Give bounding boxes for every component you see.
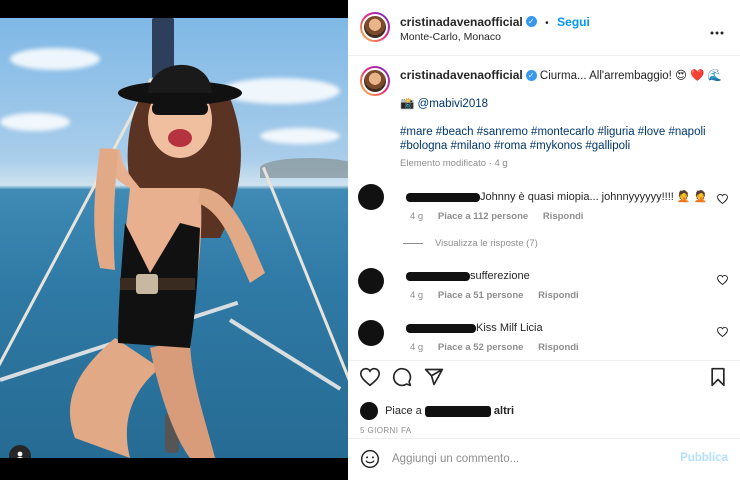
comment-time: 4 g xyxy=(410,290,424,301)
location-link[interactable]: Monte-Carlo, Monaco xyxy=(400,31,501,43)
commenter-avatar[interactable] xyxy=(358,268,384,294)
commenter-username-redacted[interactable] xyxy=(406,271,470,281)
caption-username[interactable]: cristinadavenaofficial xyxy=(400,68,523,82)
instagram-post-modal: cristinadavenaofficial ✓ • Segui Monte-Ca… xyxy=(0,0,740,480)
verified-icon: ✓ xyxy=(525,16,537,28)
likes-summary[interactable]: Piace a altri xyxy=(360,402,514,420)
comment-text: Johnny è quasi miopia... johnnyyyyyy!!!!… xyxy=(480,191,708,203)
person-icon xyxy=(17,451,23,458)
commenter-avatar[interactable] xyxy=(358,320,384,346)
post-actions xyxy=(359,367,730,389)
like-comment-heart-icon[interactable] xyxy=(717,274,728,288)
mention-link[interactable]: @mabivi2018 xyxy=(418,98,489,110)
hashtags-line-1[interactable]: #mare #beach #sanremo #montecarlo #ligur… xyxy=(400,125,730,139)
view-replies-button[interactable]: Visualizza le risposte (7) xyxy=(403,238,538,249)
commenter-username-redacted[interactable] xyxy=(406,192,480,202)
replies-line xyxy=(403,242,423,244)
caption-first-line: cristinadavenaofficial ✓ Ciurma... All'ar… xyxy=(400,68,730,83)
likes-prefix: Piace a xyxy=(385,404,422,417)
comment-time: 4 g xyxy=(410,211,424,222)
comment-likes[interactable]: Piace a 112 persone xyxy=(438,211,528,222)
ellipsis-icon xyxy=(710,31,724,35)
post-date: 5 GIORNI FA xyxy=(360,426,412,435)
comment-body: sufferezione xyxy=(406,270,530,282)
caption-text: Ciurma... All'arrembaggio! 😍 ❤️ 🌊 xyxy=(539,70,723,82)
like-comment-heart-icon[interactable] xyxy=(717,193,728,207)
share-icon[interactable] xyxy=(424,367,446,389)
add-comment-bar: Pubblica xyxy=(348,438,740,480)
comment-item: Kiss Milf Licia 4 g Piace a 52 persone R… xyxy=(358,318,738,358)
reply-button[interactable]: Rispondi xyxy=(538,290,579,301)
woman-figure xyxy=(69,64,265,458)
comment-likes[interactable]: Piace a 51 persone xyxy=(438,290,524,301)
heart-icon[interactable] xyxy=(359,367,382,389)
comment-body: Kiss Milf Licia xyxy=(406,322,543,334)
comment-meta: 4 g Piace a 52 persone Rispondi xyxy=(410,342,579,353)
comment-body: Johnny è quasi miopia... johnnyyyyyy!!!!… xyxy=(406,190,707,203)
post-header: cristinadavenaofficial ✓ • Segui Monte-Ca… xyxy=(348,0,740,56)
reply-button[interactable]: Rispondi xyxy=(543,211,584,222)
liker-username-redacted[interactable] xyxy=(424,405,491,417)
user-tag-icon[interactable] xyxy=(9,445,31,458)
caption-edited-meta: Elemento modificato · 4 g xyxy=(400,158,508,169)
like-comment-heart-icon[interactable] xyxy=(717,326,728,340)
comment-text: Kiss Milf Licia xyxy=(476,322,543,334)
publish-button[interactable]: Pubblica xyxy=(680,452,728,464)
comment-item: Johnny è quasi miopia... johnnyyyyyy!!!!… xyxy=(358,184,738,224)
caption-avatar[interactable] xyxy=(360,66,390,96)
separator-dot: • xyxy=(545,18,549,29)
comment-meta: 4 g Piace a 51 persone Rispondi xyxy=(410,290,579,301)
caption-mention-line: 📸 @mabivi2018 xyxy=(400,97,730,111)
comment-meta: 4 g Piace a 112 persone Rispondi xyxy=(410,211,583,222)
author-row: cristinadavenaofficial ✓ • Segui xyxy=(400,13,590,31)
follow-button[interactable]: Segui xyxy=(557,15,590,29)
caption: cristinadavenaofficial ✓ Ciurma... All'ar… xyxy=(400,68,730,171)
bookmark-icon[interactable] xyxy=(708,367,730,389)
comment-item: sufferezione 4 g Piace a 51 persone Risp… xyxy=(358,266,738,306)
liker-avatar xyxy=(360,402,378,420)
likes-suffix[interactable]: altri xyxy=(494,405,514,417)
commenter-avatar[interactable] xyxy=(358,184,384,210)
emoji-icon[interactable] xyxy=(360,449,380,469)
divider xyxy=(348,360,740,361)
comment-icon[interactable] xyxy=(392,367,414,389)
author-avatar[interactable] xyxy=(360,12,390,42)
more-options-icon[interactable] xyxy=(710,22,724,38)
hashtags-line-2[interactable]: #bologna #milano #roma #mykonos #gallipo… xyxy=(400,139,730,153)
author-username[interactable]: cristinadavenaofficial xyxy=(400,15,523,29)
comment-text: sufferezione xyxy=(470,270,530,282)
post-sidebar: cristinadavenaofficial ✓ • Segui Monte-Ca… xyxy=(348,0,740,480)
comment-likes[interactable]: Piace a 52 persone xyxy=(438,342,524,353)
commenter-username-redacted[interactable] xyxy=(406,323,476,333)
reply-button[interactable]: Rispondi xyxy=(538,342,579,353)
view-replies-label: Visualizza le risposte (7) xyxy=(435,238,538,249)
comment-time: 4 g xyxy=(410,342,424,353)
post-photo[interactable] xyxy=(0,18,348,458)
verified-icon: ✓ xyxy=(525,70,537,82)
comment-input[interactable] xyxy=(392,450,662,468)
camera-emoji: 📸 xyxy=(400,98,415,110)
